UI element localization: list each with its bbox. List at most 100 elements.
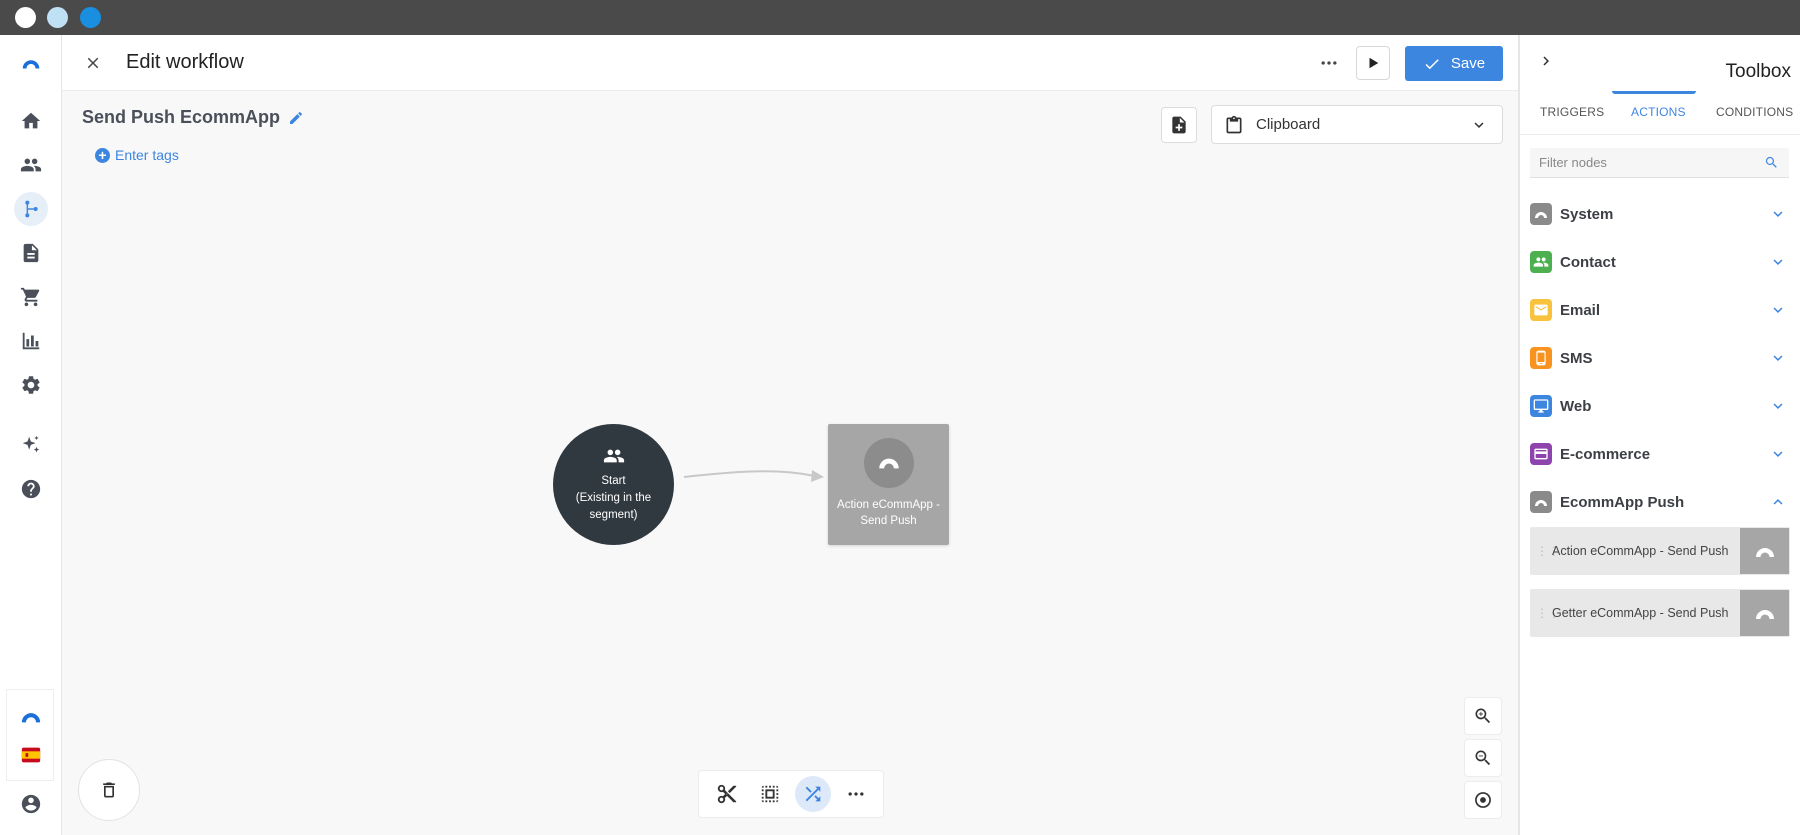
toolbox-node-getter-send-push[interactable]: ⋮⋮ Getter eCommApp - Send Push [1530,589,1790,637]
trash-icon [103,782,115,798]
target-icon [1475,792,1491,808]
start-node-line2: (Existing in the [575,492,652,504]
toolbox-node-label: Action eCommApp - Send Push [1552,543,1729,558]
category-label: E-commerce [1560,445,1651,463]
ecomm-logo-icon [1740,528,1789,574]
chevron-up-icon [1773,499,1783,505]
account-icon[interactable] [14,787,48,821]
action-node[interactable]: Action eCommApp - Send Push [828,424,949,545]
home-icon[interactable] [14,104,48,138]
filter-nodes-input[interactable] [1530,155,1764,170]
ai-sparkle-icon[interactable] [14,428,48,462]
clipboard-select[interactable]: Clipboard [1211,105,1503,144]
canvas-toolbar [698,770,884,818]
zoom-controls [1464,697,1504,819]
drag-handle-icon[interactable]: ⋮⋮ [1536,607,1560,619]
ecomm-logo-icon [1740,590,1789,636]
chevron-down-icon [1773,403,1783,409]
enter-tags-link[interactable]: + Enter tags [95,147,179,163]
ecomm-logo-icon [1530,491,1552,513]
category-label: Web [1560,397,1592,415]
delete-button[interactable] [78,759,140,821]
collapse-toolbox-button[interactable] [1534,49,1558,73]
app-switcher-panel [6,689,54,781]
save-button-label: Save [1450,55,1486,72]
help-icon[interactable] [14,472,48,506]
workflow-canvas[interactable]: Send Push EcommApp + Enter tags Clipboar… [62,91,1518,835]
document-icon[interactable] [14,236,48,270]
add-note-button[interactable] [1161,107,1197,143]
select-all-button[interactable] [752,776,788,812]
center-view-button[interactable] [1464,781,1502,819]
close-icon [87,57,99,69]
close-editor-button[interactable] [80,50,106,76]
category-ecommerce[interactable]: E-commerce [1530,437,1789,471]
chevron-down-icon [1773,307,1783,313]
play-icon [1369,57,1379,69]
enter-tags-label: Enter tags [115,147,179,163]
window-minimize-dot[interactable] [47,7,68,28]
card-icon [1530,443,1552,465]
category-label: Contact [1560,253,1616,271]
more-tools-button[interactable] [838,776,874,812]
cart-icon[interactable] [14,280,48,314]
category-label: EcommApp Push [1560,493,1685,511]
workflow-name-text: Send Push EcommApp [82,107,281,127]
node-connector [683,470,824,482]
zoom-in-icon [1475,708,1491,724]
drag-handle-icon[interactable]: ⋮⋮ [1536,545,1560,557]
save-button[interactable]: Save [1405,46,1503,81]
category-ecommapp-push[interactable]: EcommApp Push [1530,485,1789,519]
action-node-icon-circle [863,438,914,488]
zoom-out-icon [1475,750,1491,766]
chevron-down-icon [1474,121,1484,128]
category-web[interactable]: Web [1530,389,1789,423]
left-nav [0,35,62,835]
more-horizontal-icon [848,792,863,796]
people-icon [1530,251,1552,273]
tab-triggers[interactable]: TRIGGERS [1540,105,1604,119]
monitor-icon [1530,395,1552,417]
tab-conditions[interactable]: CONDITIONS [1716,105,1793,119]
category-contact[interactable]: Contact [1530,245,1789,279]
edit-pencil-icon[interactable] [288,110,304,126]
phone-icon [1530,347,1552,369]
brand-logo-icon[interactable] [14,46,48,80]
category-sms[interactable]: SMS [1530,341,1789,375]
more-options-button[interactable] [1314,50,1344,76]
zoom-in-button[interactable] [1464,697,1502,735]
run-workflow-button[interactable] [1356,46,1390,80]
ecomm-app-logo-icon[interactable] [14,698,48,732]
auto-layout-button[interactable] [794,776,831,812]
toolbox-node-action-send-push[interactable]: ⋮⋮ Action eCommApp - Send Push [1530,527,1790,575]
filter-nodes-field[interactable] [1530,148,1789,178]
category-system[interactable]: System [1530,197,1789,231]
spain-flag-icon[interactable] [14,738,48,772]
zoom-out-button[interactable] [1464,739,1502,777]
clipboard-label: Clipboard [1256,116,1321,133]
scissors-icon [717,784,736,804]
cut-button[interactable] [709,776,745,812]
contacts-icon[interactable] [14,148,48,182]
ecomm-logo-icon [1530,203,1552,225]
active-tab-indicator [1612,91,1696,94]
check-icon [1425,58,1439,69]
window-maximize-dot[interactable] [80,7,101,28]
category-email[interactable]: Email [1530,293,1789,327]
action-node-line2: Send Push [860,515,917,527]
add-circle-icon: + [95,147,110,163]
window-titlebar [0,0,1800,35]
workflows-icon[interactable] [14,192,48,226]
reports-chart-icon[interactable] [14,324,48,358]
toolbox-title: Toolbox [1725,61,1792,82]
tab-actions[interactable]: ACTIONS [1631,105,1686,119]
toolbox-node-label: Getter eCommApp - Send Push [1552,605,1729,620]
start-node[interactable]: Start (Existing in the segment) [553,424,674,545]
shuffle-icon [805,786,820,802]
toolbox-panel: Toolbox TRIGGERS ACTIONS CONDITIONS Syst… [1518,35,1800,835]
chevron-down-icon [1773,451,1783,457]
chevron-down-icon [1773,211,1783,217]
settings-gear-icon[interactable] [14,368,48,402]
window-close-dot[interactable] [15,7,36,28]
more-horizontal-icon [1321,61,1337,65]
